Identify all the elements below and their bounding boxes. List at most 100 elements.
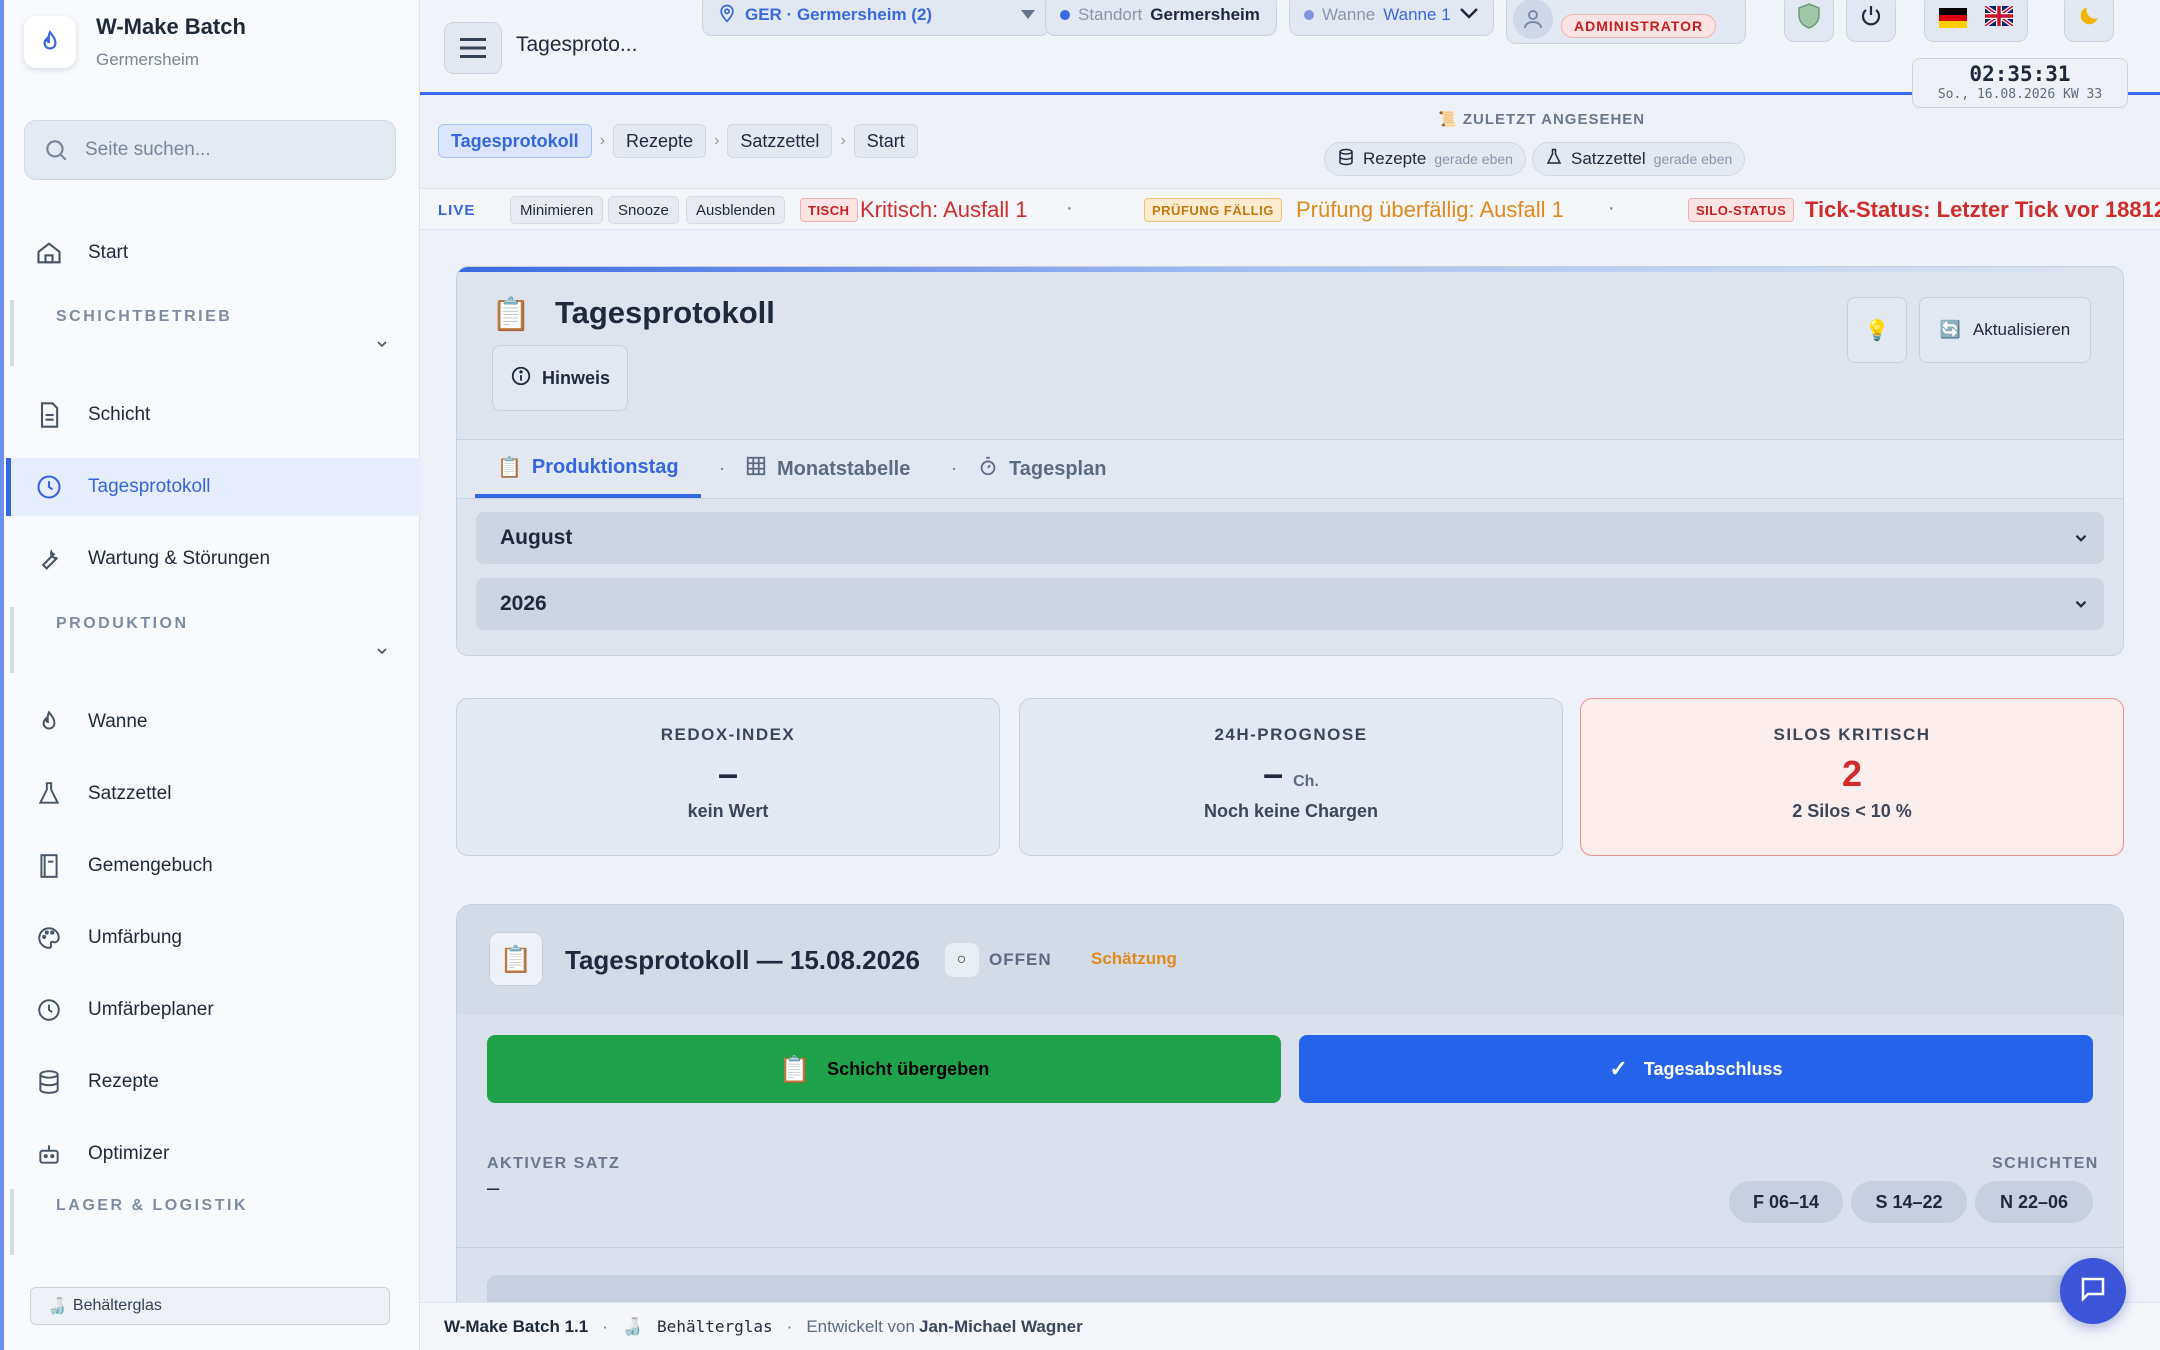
clipboard-icon: 📋 [778, 1053, 812, 1084]
refresh-label: Aktualisieren [1972, 320, 2071, 339]
tab-monatstabelle[interactable]: Monatstabelle [745, 440, 910, 498]
sidebar-item-rezepte[interactable]: Rezepte [6, 1053, 420, 1111]
close-day-button[interactable]: ✓ Tagesabschluss [1299, 1035, 2093, 1103]
kpi-subtext: Noch keine Chargen [1203, 801, 1379, 821]
logout-button[interactable] [1846, 0, 1896, 42]
alert-tag: PRÜFUNG FÄLLIG [1144, 198, 1282, 222]
shift-chip-late[interactable]: S 14–22 [1851, 1181, 1967, 1223]
breadcrumb-item[interactable]: Rezepte [613, 124, 707, 158]
chevron-right-icon: › [599, 132, 606, 149]
sidebar-item-label: Gemengebuch [88, 855, 213, 876]
sidebar-item-umfaerbeplaner[interactable]: Umfärbeplaner [6, 981, 420, 1039]
flask-icon [34, 779, 64, 809]
snooze-button[interactable]: Snooze [608, 196, 679, 224]
month-value: August [500, 526, 573, 549]
sidebar-item-optimizer[interactable]: Optimizer [6, 1125, 420, 1183]
status-label: OFFEN [989, 950, 1052, 969]
sidebar-item-start[interactable]: Start [6, 224, 420, 282]
recent-item-satzzettel[interactable]: Satzzettel gerade eben [1532, 142, 1746, 176]
power-icon [1859, 4, 1883, 33]
section-lager-logistik[interactable]: LAGER & LOGISTIK [10, 1189, 410, 1255]
sidebar-item-satzzettel[interactable]: Satzzettel [6, 765, 420, 823]
alert-message[interactable]: Tick-Status: Letzter Tick vor 18812 [1805, 197, 2160, 223]
tank-label: Wanne [1322, 5, 1376, 24]
breadcrumb-item[interactable]: Satzzettel [727, 124, 833, 158]
alert-tag: TISCH [800, 198, 858, 222]
recently-viewed-label: ZULETZT ANGESEHEN [1462, 111, 1646, 128]
alert-tag: SILO-STATUS [1688, 198, 1795, 222]
ticker-separator: · [1608, 197, 1615, 219]
kpi-24h-prognose: 24H-PROGNOSE – Ch. Noch keine Chargen [1019, 698, 1563, 856]
location-label: Standort [1078, 5, 1143, 24]
hide-button[interactable]: Ausblenden [686, 196, 786, 224]
search-field[interactable] [24, 120, 396, 180]
recent-item-rezepte[interactable]: Rezepte gerade eben [1324, 142, 1526, 176]
breadcrumb-item[interactable]: Tagesprotokoll [438, 124, 592, 158]
database-icon [34, 1067, 64, 1097]
app-version: W-Make Batch 1.1 [444, 1316, 589, 1336]
alert-ticker: LIVE Minimieren Snooze Ausblenden TISCH … [420, 188, 2160, 230]
tab-produktionstag[interactable]: 📋 Produktionstag [475, 440, 701, 498]
year-select[interactable]: 2026 [476, 578, 2104, 630]
site-select[interactable]: GER · Germersheim (2) [702, 0, 1050, 36]
minimize-button[interactable]: Minimieren [510, 196, 604, 224]
location-pin-icon [717, 3, 737, 28]
hint-button[interactable]: Hinweis [492, 345, 628, 411]
sidebar-item-label: Umfärbung [88, 927, 182, 948]
flag-de-icon[interactable] [1939, 8, 1967, 29]
user-menu[interactable]: ADMINISTRATOR [1506, 0, 1746, 44]
flag-uk-icon[interactable] [1983, 3, 2015, 31]
product-selector[interactable]: 🍶 Behälterglas [30, 1287, 390, 1325]
dark-mode-toggle[interactable] [2064, 0, 2114, 42]
current-page-name: Tagesproto... [516, 33, 638, 56]
alert-message[interactable]: Kritisch: Ausfall 1 [860, 197, 1028, 223]
clock-time: 02:35:31 [1969, 62, 2071, 86]
location-indicator[interactable]: Standort Germersheim [1045, 0, 1277, 36]
handover-label: Schicht übergeben [827, 1058, 990, 1079]
check-icon: ✓ [1609, 1056, 1628, 1081]
shift-chip-early[interactable]: F 06–14 [1729, 1181, 1843, 1223]
robot-icon [34, 1139, 64, 1169]
refresh-button[interactable]: 🔄 Aktualisieren [1919, 297, 2091, 363]
handover-shift-button[interactable]: 📋 Schicht übergeben [487, 1035, 1281, 1103]
chat-button[interactable] [2060, 1258, 2126, 1324]
tab-tagesplan[interactable]: Tagesplan [977, 440, 1106, 498]
month-select[interactable]: August [476, 512, 2104, 564]
scroll-icon: 📜 [1438, 111, 1458, 128]
sidebar-item-tagesprotokoll[interactable]: Tagesprotokoll [6, 458, 420, 516]
estimate-label: Schätzung [1091, 949, 1177, 968]
tank-value: Wanne 1 [1383, 5, 1451, 24]
security-button[interactable] [1784, 0, 1834, 42]
brand[interactable]: W-Make Batch Germersheim [24, 14, 246, 70]
alert-message[interactable]: Prüfung überfällig: Ausfall 1 [1296, 197, 1564, 223]
language-switcher[interactable] [1924, 0, 2028, 42]
recent-item-label: Satzzettel [1571, 149, 1646, 168]
sidebar-item-umfaerbung[interactable]: Umfärbung [6, 909, 420, 967]
shift-chip-night[interactable]: N 22–06 [1975, 1181, 2093, 1223]
sidebar-item-label: Tagesprotokoll [88, 476, 211, 497]
sidebar-item-wanne[interactable]: Wanne [6, 693, 420, 751]
sidebar-item-gemengebuch[interactable]: Gemengebuch [6, 837, 420, 895]
search-input[interactable] [85, 139, 375, 161]
tips-button[interactable]: 💡 [1847, 297, 1907, 363]
menu-toggle-button[interactable] [444, 22, 502, 74]
day-log-title: Tagesprotokoll — 15.08.2026 [565, 945, 920, 975]
site-select-value: GER · Germersheim (2) [745, 5, 933, 24]
chevron-down-icon [374, 336, 390, 357]
sidebar-item-schicht[interactable]: Schicht [6, 386, 420, 444]
chevron-down-icon [374, 643, 390, 664]
live-indicator: LIVE [438, 202, 476, 219]
tank-select[interactable]: Wanne Wanne 1 [1289, 0, 1494, 36]
section-schichtbetrieb[interactable]: SCHICHTBETRIEB [10, 300, 410, 366]
hamburger-icon [460, 38, 486, 58]
sidebar-item-label: Rezepte [88, 1071, 159, 1092]
section-produktion[interactable]: PRODUKTION [10, 607, 410, 673]
breadcrumb-item[interactable]: Start [853, 124, 918, 158]
flame-logo-icon [24, 16, 76, 68]
sidebar: W-Make Batch Germersheim Start SCHICHTBE… [0, 0, 420, 1350]
day-log-header: 📋 Tagesprotokoll — 15.08.2026 ○ OFFEN Sc… [457, 905, 2123, 1015]
tab-separator: · [719, 458, 725, 478]
sidebar-item-wartung[interactable]: Wartung & Störungen [6, 530, 420, 588]
kpi-value-number: – [717, 753, 739, 794]
sidebar-item-label: Satzzettel [88, 783, 172, 804]
